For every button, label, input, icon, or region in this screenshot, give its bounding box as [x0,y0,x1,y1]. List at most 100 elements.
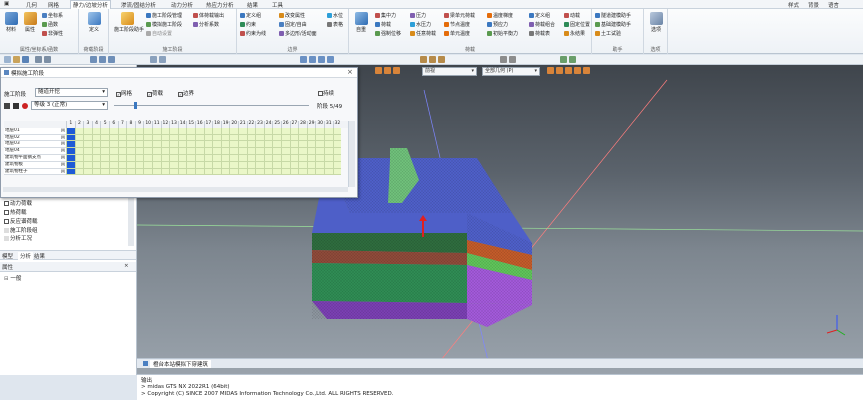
grid-column-header[interactable]: 15 [186,121,195,128]
grid-column-header[interactable]: 28 [298,121,307,128]
grid-column-header[interactable]: 17 [203,121,213,128]
grid-cell[interactable] [195,141,204,149]
grid-cell[interactable] [160,134,170,142]
grid-cell[interactable] [74,161,84,169]
grid-cell[interactable] [229,127,238,135]
grid-cell[interactable] [152,134,161,142]
grid-cell[interactable] [281,127,290,135]
grid-cell[interactable] [91,161,101,169]
grid-cell[interactable] [263,127,273,135]
grid-cell[interactable] [238,127,247,135]
grid-cell[interactable] [332,155,342,162]
define-group-button[interactable]: 定义组 [240,13,261,20]
grid-cell[interactable] [246,161,256,169]
menu-item-tools[interactable]: 工具 [272,1,283,9]
node-temperature-button[interactable]: 节点温度 [444,22,470,29]
temperature-gradient-button[interactable]: 温度梯度 [487,13,513,20]
grid-cell[interactable] [143,127,152,135]
grid-cell[interactable] [332,127,342,135]
constraint-button[interactable]: 约束 [240,22,256,29]
close-icon[interactable]: × [124,263,129,269]
grid-cell[interactable] [263,161,273,169]
grid-cell[interactable] [263,148,273,155]
grid-cell[interactable] [195,161,204,169]
load-table-button[interactable]: 荷载表 [529,31,550,38]
mesh-checkbox[interactable]: ✓网格 [116,89,132,97]
stage-manage-button[interactable]: 施工阶段管理 [146,13,182,20]
pressure-button[interactable]: 压力 [410,13,426,20]
grid-cell[interactable] [203,168,213,176]
grid-cell[interactable] [272,141,281,149]
grid-cell[interactable] [229,148,238,155]
grid-cell[interactable] [160,141,170,149]
grid-cell[interactable] [160,155,170,162]
tree-checkbox[interactable] [4,219,9,224]
grid-cell[interactable] [263,168,273,176]
grid-cell[interactable] [195,148,204,155]
grid-cell[interactable] [263,134,273,142]
grid-cell[interactable] [100,134,109,142]
grid-cell[interactable] [117,127,127,135]
language-menu[interactable]: 语言 [828,1,839,9]
grid-cell[interactable] [66,161,75,169]
grid-column-header[interactable]: 19 [220,121,230,128]
grid-cell[interactable] [289,168,299,176]
grid-cell[interactable] [74,148,84,155]
menu-item-thermal[interactable]: 热应力分析 [206,1,234,9]
grid-cell[interactable] [212,168,221,176]
grid-cell[interactable] [229,134,238,142]
grid-cell[interactable] [306,155,316,162]
grid-cell[interactable] [203,161,213,169]
menu-item-static-slope[interactable]: 静力/边坡分析 [70,0,111,9]
tree-expand[interactable] [4,228,9,233]
grid-column-header[interactable]: 32 [332,121,342,128]
grid-cell[interactable] [126,168,135,176]
grid-cell[interactable] [203,148,213,155]
grid-cell[interactable] [238,155,247,162]
tab-analysis[interactable]: 分析 [18,252,34,260]
stage-slider-thumb[interactable] [134,102,137,109]
grid-cell[interactable] [229,141,238,149]
grid-cell[interactable] [332,161,342,169]
grid-cell[interactable] [255,161,264,169]
grid-cell[interactable] [298,127,307,135]
grid-cell[interactable] [160,168,170,176]
stage-slider-track[interactable] [114,105,309,106]
grid-cell[interactable] [289,134,299,142]
style-menu[interactable]: 样式 [788,1,799,9]
tree-expand[interactable] [4,236,9,241]
inelastic-button[interactable]: 非弹性 [42,31,63,38]
tree-checkbox[interactable] [4,210,9,215]
grid-cell[interactable] [281,168,290,176]
grid-cell[interactable] [298,161,307,169]
grid-cell[interactable] [109,141,118,149]
grid-cell[interactable] [246,168,256,176]
tree-scrollbar[interactable] [128,194,134,246]
point-load-button[interactable]: 集中力 [375,13,396,20]
grid-cell[interactable] [255,127,264,135]
toolbar-wireframe-icon[interactable] [569,56,576,63]
grid-cell[interactable] [246,134,256,142]
water-pressure-button[interactable]: 水压力 [410,22,431,29]
grid-cell[interactable] [220,155,230,162]
coordinate-button[interactable]: 坐标系 [42,13,63,20]
grid-cell[interactable] [177,127,187,135]
grid-cell[interactable] [134,127,144,135]
grid-cell[interactable] [109,168,118,176]
grid-cell[interactable] [186,148,195,155]
grid-cell[interactable] [272,127,281,135]
soil-test-button[interactable]: 土工试验 [595,31,621,38]
grid-cell[interactable] [255,134,264,142]
grid-cell[interactable] [109,155,118,162]
grid-cell[interactable] [152,168,161,176]
grid-cell[interactable] [66,155,75,162]
dynamic-load-button[interactable]: 动载 [564,13,580,20]
grid-column-header[interactable]: 29 [306,121,316,128]
grid-cell[interactable] [238,148,247,155]
play-icon[interactable] [4,103,10,109]
doc-tab[interactable]: 橙台本站模拟下穿建筑 [150,360,212,368]
load-checkbox[interactable]: ✓荷载 [147,89,163,97]
grid-cell[interactable] [229,155,238,162]
grid-cell[interactable] [315,155,324,162]
grid-cell[interactable] [143,134,152,142]
